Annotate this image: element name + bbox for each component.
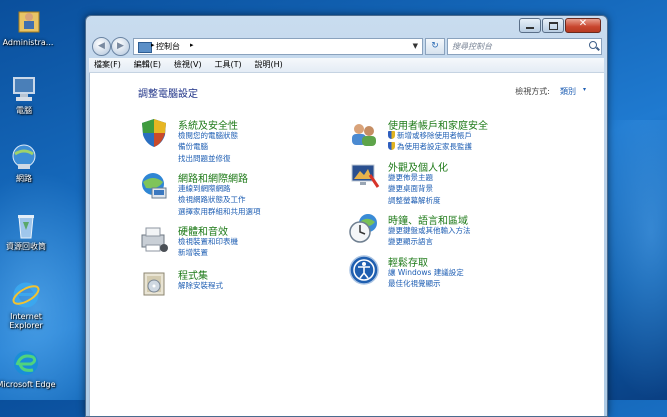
user-folder-icon xyxy=(13,6,43,36)
menu-help[interactable]: 說明(H) xyxy=(250,58,288,71)
close-icon: ✕ xyxy=(578,18,588,29)
breadcrumb-control-panel[interactable]: 控制台 xyxy=(156,41,180,52)
link-devices-printers[interactable]: 檢視裝置和印表機 xyxy=(178,236,238,247)
refresh-icon: ↻ xyxy=(431,41,439,51)
link-add-remove-accounts[interactable]: 新增或移除使用者帳戶 xyxy=(388,130,472,141)
menu-edit[interactable]: 編輯(E) xyxy=(129,58,166,71)
clock-language-icon[interactable] xyxy=(348,212,380,244)
network-internet-icon[interactable] xyxy=(138,170,170,202)
internet-explorer-icon xyxy=(11,280,41,310)
back-button[interactable]: ◀ xyxy=(92,37,111,56)
uac-shield-icon xyxy=(388,131,395,139)
navigation-row: ◀ ▶ ▸ 控制台 ▸ ▼ ↻ 搜尋控制台 xyxy=(91,36,602,58)
content-pane: 調整電腦設定 檢視方式: 類別 ▾ 系統及安全性 檢閱您的電腦狀態 備份電腦 找… xyxy=(89,73,604,416)
caption-buttons: ✕ xyxy=(518,18,601,33)
system-security-icon[interactable] xyxy=(138,117,170,149)
desktop-icon-label: Internet Explorer xyxy=(9,312,43,330)
link-add-device[interactable]: 新增裝置 xyxy=(178,247,238,258)
desktop-icon-computer[interactable]: 電腦 xyxy=(0,74,56,115)
menu-tools[interactable]: 工具(T) xyxy=(209,58,246,71)
link-windows-suggest-settings[interactable]: 讓 Windows 建議設定 xyxy=(388,267,464,278)
link-label: 新增或移除使用者帳戶 xyxy=(397,131,472,140)
link-review-status[interactable]: 檢閱您的電腦狀態 xyxy=(178,130,238,141)
link-uninstall-program[interactable]: 解除安裝程式 xyxy=(178,280,223,291)
menu-view[interactable]: 檢視(V) xyxy=(169,58,207,71)
user-accounts-icon[interactable] xyxy=(348,117,380,149)
forward-arrow-icon: ▶ xyxy=(117,41,124,51)
close-button[interactable]: ✕ xyxy=(565,18,601,33)
link-screen-resolution[interactable]: 調整螢幕解析度 xyxy=(388,195,441,206)
appearance-icon[interactable] xyxy=(348,159,380,191)
link-change-display-language[interactable]: 變更顯示語言 xyxy=(388,236,471,247)
link-change-theme[interactable]: 變更佈景主題 xyxy=(388,172,441,183)
link-desktop-background[interactable]: 變更桌面背景 xyxy=(388,183,441,194)
desktop-icon-network[interactable]: 網路 xyxy=(0,142,56,183)
link-change-input-method[interactable]: 變更鍵盤或其他輸入方法 xyxy=(388,225,471,236)
ease-of-access-icon[interactable] xyxy=(348,254,380,286)
chevron-down-icon[interactable]: ▾ xyxy=(583,86,586,93)
search-icon[interactable] xyxy=(589,41,597,49)
desktop-icon-label: Microsoft Edge xyxy=(0,380,56,389)
view-by-dropdown[interactable]: 類別 xyxy=(560,86,576,97)
maximize-icon xyxy=(549,22,558,30)
link-optimize-visual-display[interactable]: 最佳化視覺顯示 xyxy=(388,278,464,289)
link-label: 為使用者設定家長監護 xyxy=(397,142,472,152)
title-bar[interactable]: ✕ xyxy=(86,16,607,36)
desktop-icon-label: 電腦 xyxy=(16,106,32,115)
menu-file[interactable]: 檔案(F) xyxy=(89,58,126,71)
link-troubleshoot[interactable]: 找出問題並修復 xyxy=(178,153,238,164)
control-panel-folder-icon xyxy=(138,42,152,53)
computer-icon xyxy=(9,74,39,104)
link-backup[interactable]: 備份電腦 xyxy=(178,141,238,152)
control-panel-window: ✕ ◀ ▶ ▸ 控制台 ▸ ▼ ↻ 搜尋控制台 檔案(F) 編輯(E) 檢視(V… xyxy=(85,15,608,417)
breadcrumb-separator-icon: ▸ xyxy=(190,41,194,49)
network-icon xyxy=(9,142,39,172)
desktop-icon-edge[interactable]: Microsoft Edge xyxy=(0,348,58,389)
search-placeholder: 搜尋控制台 xyxy=(452,42,492,51)
programs-icon[interactable] xyxy=(138,267,170,299)
link-homegroup[interactable]: 選擇家用群組和共用選項 xyxy=(178,206,261,217)
minimize-icon xyxy=(526,27,534,29)
minimize-button[interactable] xyxy=(519,18,541,33)
desktop-icon-internet-explorer[interactable]: Internet Explorer xyxy=(0,280,58,330)
desktop-icon-administrator[interactable]: Administra... xyxy=(0,6,60,47)
menu-bar: 檔案(F) 編輯(E) 檢視(V) 工具(T) 說明(H) xyxy=(89,58,604,73)
search-input[interactable]: 搜尋控制台 xyxy=(447,38,602,55)
desktop-icon-label: 資源回收筒 xyxy=(6,242,46,251)
recycle-bin-icon xyxy=(11,210,41,240)
page-title: 調整電腦設定 xyxy=(138,89,198,100)
edge-icon xyxy=(11,348,41,378)
uac-shield-icon xyxy=(388,142,395,151)
back-arrow-icon: ◀ xyxy=(98,41,105,51)
maximize-button[interactable] xyxy=(542,18,564,33)
link-network-status[interactable]: 檢視網路狀態及工作 xyxy=(178,194,261,205)
address-dropdown-icon[interactable]: ▼ xyxy=(413,42,418,50)
view-by-label: 檢視方式: xyxy=(515,87,550,96)
address-bar[interactable]: ▸ 控制台 ▸ ▼ xyxy=(133,38,423,55)
desktop-icon-label: 網路 xyxy=(16,174,32,183)
refresh-button[interactable]: ↻ xyxy=(425,38,445,55)
desktop-icon-recycle-bin[interactable]: 資源回收筒 xyxy=(0,210,58,251)
link-connect-internet[interactable]: 連線到網際網路 xyxy=(178,183,261,194)
hardware-sound-icon[interactable] xyxy=(138,223,170,255)
link-parental-controls[interactable]: 為使用者設定家長監護 xyxy=(388,141,472,152)
forward-button[interactable]: ▶ xyxy=(111,37,130,56)
desktop-icon-label: Administra... xyxy=(2,38,54,47)
breadcrumb-separator-icon: ▸ xyxy=(151,41,155,49)
